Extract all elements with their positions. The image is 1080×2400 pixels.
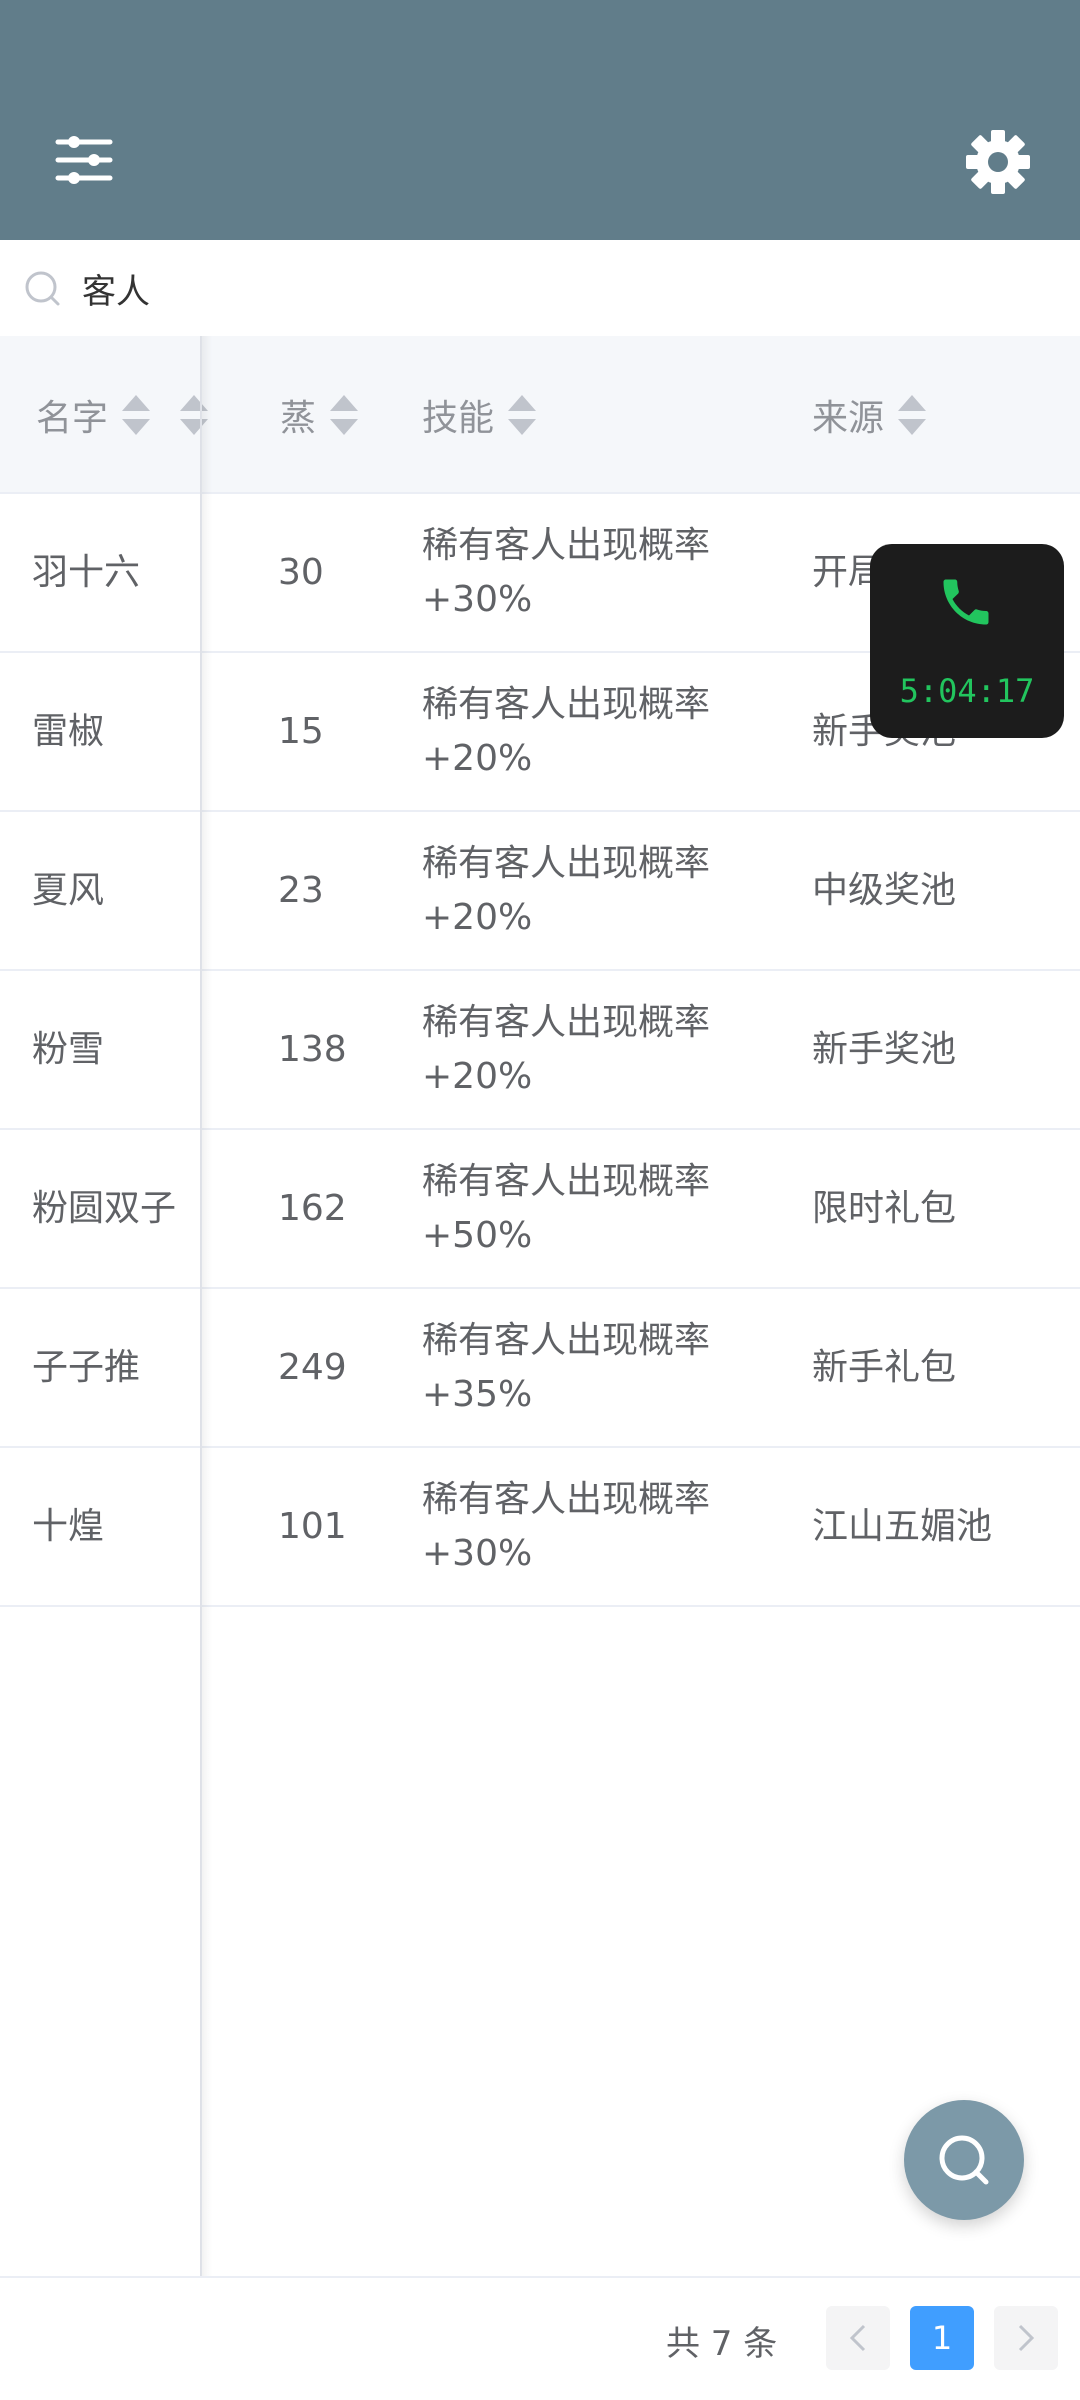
sort-icon[interactable] xyxy=(898,395,927,435)
call-widget[interactable]: 5:04:17 xyxy=(870,544,1064,738)
cell-name: 粉雪 xyxy=(32,1028,105,1070)
gear-icon[interactable] xyxy=(964,128,1032,196)
cell-steam: 23 xyxy=(278,869,324,911)
cell-source: 中级奖池 xyxy=(812,869,957,911)
column-header-name-label: 名字 xyxy=(36,398,109,439)
table-row[interactable]: 粉雪 138 稀有客人出现概率+20% 新手奖池 xyxy=(0,971,1080,1130)
cell-steam: 101 xyxy=(278,1505,347,1547)
search-icon xyxy=(25,271,60,306)
cell-steam: 15 xyxy=(278,710,324,752)
cell-steam: 162 xyxy=(278,1187,347,1229)
cell-source: 限时礼包 xyxy=(812,1187,957,1229)
phone-icon xyxy=(943,579,989,625)
cell-skill: 稀有客人出现概率+20% xyxy=(422,842,711,938)
column-header-steam[interactable]: 蒸 xyxy=(280,336,359,494)
cell-skill: 稀有客人出现概率+30% xyxy=(422,1478,711,1574)
page-1-button[interactable]: 1 xyxy=(910,2306,974,2370)
cell-source: 江山五媚池 xyxy=(812,1505,993,1547)
table-header: 名字 蒸 技能 来源 xyxy=(0,336,1080,494)
cell-name: 羽十六 xyxy=(32,551,141,593)
search-bar xyxy=(0,240,1080,336)
search-input[interactable] xyxy=(82,260,1042,316)
pagination: 共 7 条 1 xyxy=(0,2276,1080,2400)
cell-name: 雷椒 xyxy=(32,710,105,752)
filter-icon[interactable] xyxy=(52,128,116,192)
cell-skill: 稀有客人出现概率+50% xyxy=(422,1160,711,1256)
column-header-source[interactable]: 来源 xyxy=(812,336,927,494)
app-header xyxy=(0,0,1080,240)
table-row[interactable]: 子子推 249 稀有客人出现概率+35% 新手礼包 xyxy=(0,1289,1080,1448)
table-row[interactable]: 粉圆双子 162 稀有客人出现概率+50% 限时礼包 xyxy=(0,1130,1080,1289)
column-header-steam-label: 蒸 xyxy=(280,398,317,439)
floating-search-button[interactable] xyxy=(904,2100,1024,2220)
cell-steam: 138 xyxy=(278,1028,347,1070)
cell-skill: 稀有客人出现概率+30% xyxy=(422,524,711,620)
cell-name: 子子推 xyxy=(32,1346,141,1388)
prev-page-button[interactable] xyxy=(826,2306,890,2370)
cell-skill: 稀有客人出现概率+20% xyxy=(422,1001,711,1097)
cell-steam: 30 xyxy=(278,551,324,593)
chevron-left-icon xyxy=(849,2324,866,2352)
column-header-skill-label: 技能 xyxy=(422,398,495,439)
column-header-skill[interactable]: 技能 xyxy=(422,336,537,494)
column-header-source-label: 来源 xyxy=(812,398,885,439)
sort-icon[interactable] xyxy=(508,395,537,435)
cell-steam: 249 xyxy=(278,1346,347,1388)
table-row[interactable]: 夏风 23 稀有客人出现概率+20% 中级奖池 xyxy=(0,812,1080,971)
cell-skill: 稀有客人出现概率+20% xyxy=(422,683,711,779)
table-row[interactable]: 十煌 101 稀有客人出现概率+30% 江山五媚池 xyxy=(0,1448,1080,1607)
column-header-name[interactable]: 名字 xyxy=(36,336,209,494)
fixed-column-shadow xyxy=(200,336,212,2276)
sort-icon[interactable] xyxy=(330,395,359,435)
next-page-button[interactable] xyxy=(994,2306,1058,2370)
cell-name: 夏风 xyxy=(32,869,105,911)
cell-source: 新手礼包 xyxy=(812,1346,957,1388)
cell-skill: 稀有客人出现概率+35% xyxy=(422,1319,711,1415)
cell-name: 粉圆双子 xyxy=(32,1187,177,1229)
cell-source: 新手奖池 xyxy=(812,1028,957,1070)
sort-icon[interactable] xyxy=(122,395,151,435)
chevron-right-icon xyxy=(1018,2324,1035,2352)
call-timer: 5:04:17 xyxy=(899,672,1035,710)
cell-name: 十煌 xyxy=(32,1505,105,1547)
search-icon xyxy=(939,2135,989,2185)
total-count: 共 7 条 xyxy=(666,2324,778,2364)
